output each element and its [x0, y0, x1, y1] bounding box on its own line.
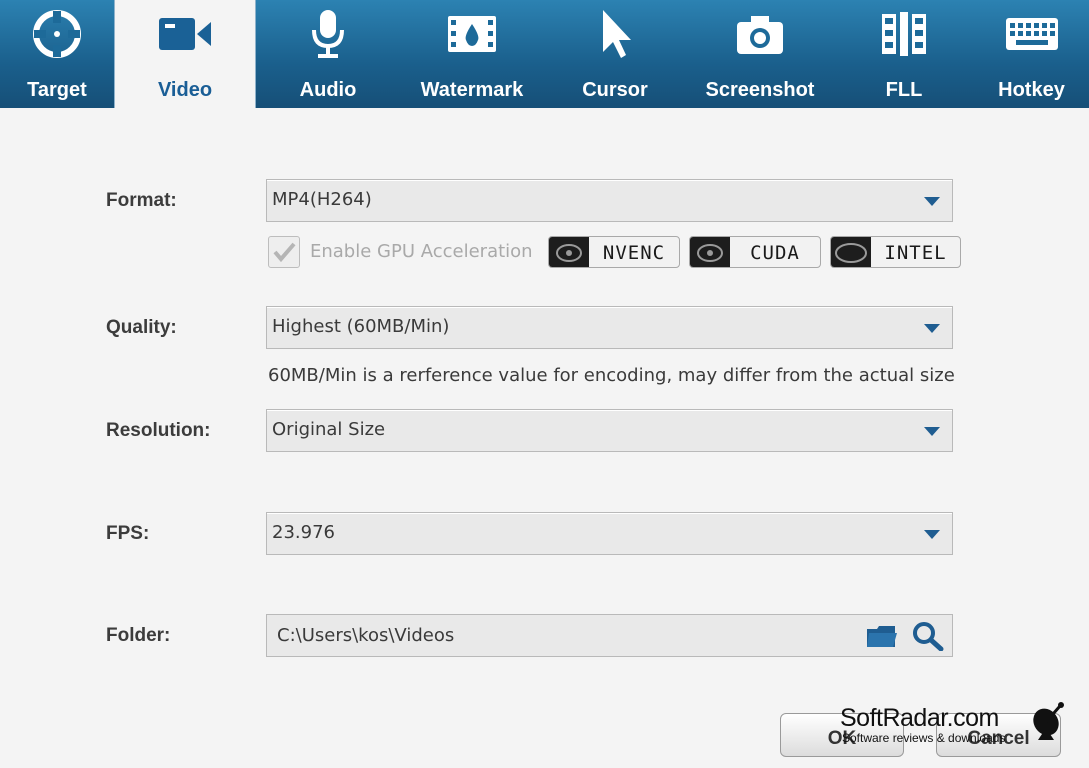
cuda-badge: CUDA — [689, 236, 821, 268]
chevron-down-icon — [924, 427, 940, 436]
folder-label: Folder: — [106, 625, 171, 646]
tab-label: Target — [27, 79, 87, 101]
tab-hotkey[interactable]: Hotkey — [974, 0, 1089, 108]
nvenc-badge: NVENC — [548, 236, 680, 268]
gpu-acceleration-label: Enable GPU Acceleration — [310, 241, 533, 262]
intel-badge: INTEL — [830, 236, 961, 268]
folder-icon — [867, 626, 897, 647]
format-select[interactable]: MP4(H264) — [266, 179, 953, 222]
fps-value: 23.976 — [272, 522, 335, 543]
tab-label: FLL — [885, 79, 923, 101]
chevron-down-icon — [924, 324, 940, 333]
tab-video[interactable]: Video — [114, 0, 256, 108]
film-icon — [834, 8, 974, 60]
open-folder-button[interactable] — [865, 621, 897, 651]
tab-fll[interactable]: FLL — [834, 0, 974, 108]
quality-select[interactable]: Highest (60MB/Min) — [266, 306, 953, 349]
toolbar: Target Video Audio Watermark Cursor Scre… — [0, 0, 1089, 108]
watermark-icon — [400, 8, 544, 60]
resolution-value: Original Size — [272, 419, 386, 440]
watermark-title: SoftRadar.com — [840, 704, 999, 732]
quality-hint: 60MB/Min is a rerference value for encod… — [268, 365, 955, 386]
tab-label: Screenshot — [705, 79, 815, 101]
target-icon — [0, 8, 114, 60]
intel-text: INTEL — [884, 242, 947, 264]
quality-value: Highest (60MB/Min) — [272, 316, 450, 337]
tab-cursor[interactable]: Cursor — [544, 0, 686, 108]
folder-value: C:\Users\kos\Videos — [277, 625, 455, 646]
nvidia-logo-icon — [549, 237, 589, 267]
fps-label: FPS: — [106, 523, 150, 544]
resolution-label: Resolution: — [106, 420, 211, 441]
watermark-subtitle: Software reviews & downloads — [842, 731, 1006, 745]
search-icon — [913, 622, 944, 652]
intel-logo-icon — [831, 237, 871, 267]
tab-label: Cursor — [582, 79, 648, 101]
tab-watermark[interactable]: Watermark — [400, 0, 544, 108]
video-camera-icon — [115, 8, 255, 60]
keyboard-icon — [974, 8, 1089, 60]
tab-label: Audio — [299, 79, 357, 101]
gpu-acceleration-checkbox[interactable] — [268, 236, 300, 268]
satellite-dish-icon — [1033, 702, 1064, 740]
chevron-down-icon — [924, 197, 940, 206]
fps-select[interactable]: 23.976 — [266, 512, 953, 555]
tab-label: Hotkey — [998, 79, 1065, 101]
nvenc-text: NVENC — [602, 242, 666, 264]
nvidia-logo-icon — [690, 237, 730, 267]
cursor-icon — [544, 8, 686, 60]
tab-audio[interactable]: Audio — [256, 0, 400, 108]
tab-target[interactable]: Target — [0, 0, 114, 108]
tab-screenshot[interactable]: Screenshot — [686, 0, 834, 108]
camera-icon — [686, 8, 834, 60]
format-value: MP4(H264) — [272, 189, 372, 210]
tab-label: Video — [157, 79, 213, 101]
folder-field[interactable]: C:\Users\kos\Videos — [266, 614, 953, 657]
chevron-down-icon — [924, 530, 940, 539]
checkmark-icon — [273, 242, 296, 263]
tab-label: Watermark — [420, 79, 524, 101]
resolution-select[interactable]: Original Size — [266, 409, 953, 452]
softradar-watermark: SoftRadar.com Software reviews & downloa… — [840, 700, 1065, 750]
cuda-text: CUDA — [750, 242, 800, 264]
gpu-acceleration-row: Enable GPU Acceleration NVENC CUDA INTEL — [268, 236, 968, 268]
microphone-icon — [256, 8, 400, 60]
format-label: Format: — [106, 190, 177, 211]
quality-label: Quality: — [106, 317, 177, 338]
browse-folder-button[interactable] — [912, 621, 944, 652]
